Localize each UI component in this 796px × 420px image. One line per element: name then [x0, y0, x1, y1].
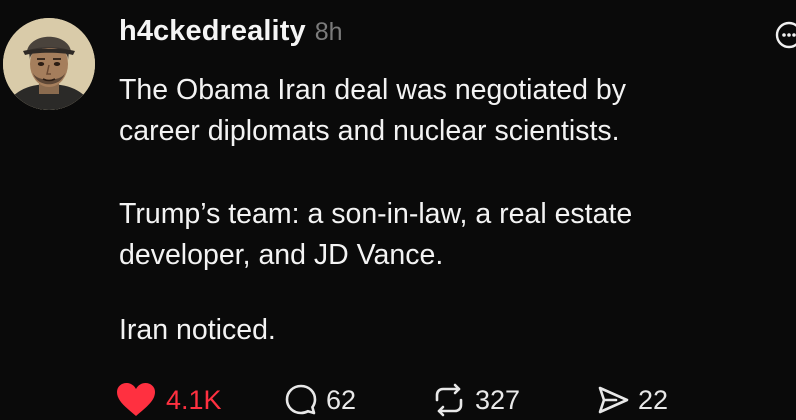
post-paragraph-2-text: Trump’s team: a son-in-law, a real estat… [119, 198, 633, 271]
post-paragraph-3-text: Iran noticed. [119, 314, 276, 346]
repost-icon [435, 383, 463, 417]
action-bar: 4.1K 62 327 22 [116, 380, 796, 420]
share-count: 22 [638, 384, 669, 415]
post-header: h4ckedreality 8h [119, 15, 343, 55]
like-button[interactable]: 4.1K [116, 380, 222, 420]
post-paragraph-1: The Obama Iran deal was negotiated by ca… [119, 70, 626, 152]
reply-button[interactable]: 62 [284, 380, 356, 420]
reply-count: 62 [326, 384, 357, 415]
repost-button[interactable]: 327 [431, 380, 520, 420]
post-paragraph-3: Iran noticed. [119, 310, 276, 351]
comment-bubble-icon [285, 384, 317, 415]
timestamp: 8h [314, 18, 343, 46]
post: h4ckedreality 8h The Obama Iran deal was… [0, 0, 796, 417]
repost-count: 327 [475, 384, 521, 415]
share-button[interactable]: 22 [596, 380, 668, 420]
post-paragraph-1-text: The Obama Iran deal was negotiated by ca… [119, 74, 626, 147]
post-paragraph-2: Trump’s team: a son-in-law, a real estat… [119, 194, 632, 276]
avatar-illustration [3, 18, 95, 110]
avatar[interactable] [3, 18, 95, 110]
like-count: 4.1K [166, 384, 222, 415]
username[interactable]: h4ckedreality [119, 15, 306, 48]
share-send-icon [598, 386, 629, 414]
more-options-icon[interactable] [774, 20, 796, 50]
